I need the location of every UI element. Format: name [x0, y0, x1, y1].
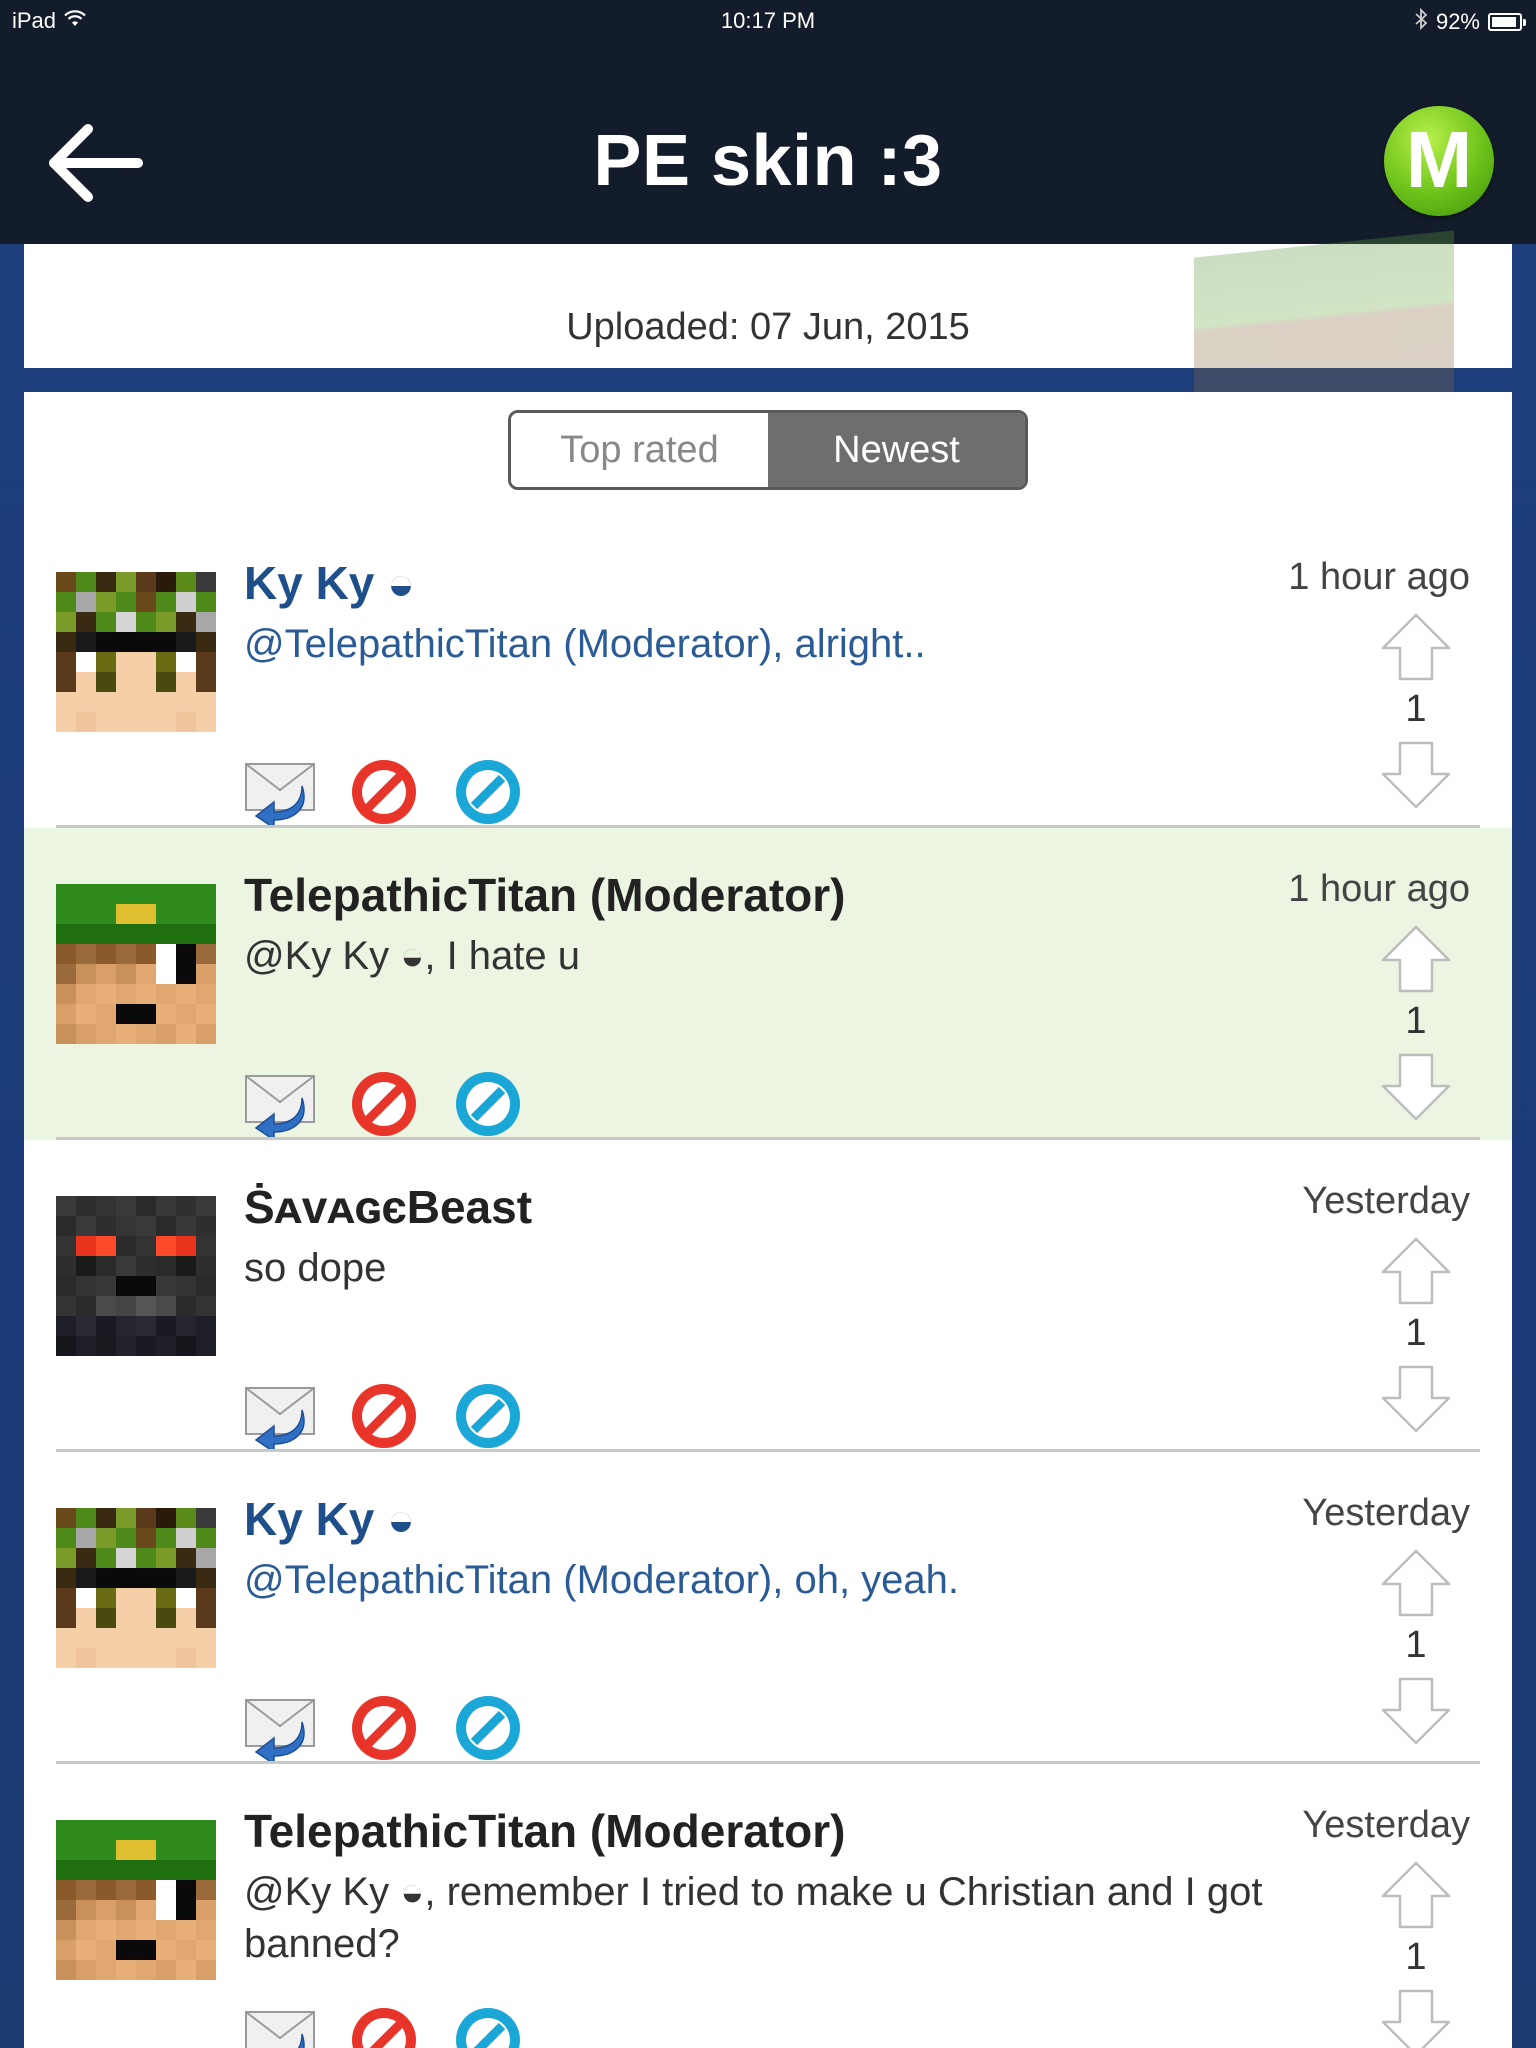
- comment-item: TelepathicTitan (Moderator) @Ky Ky ◒, I …: [24, 828, 1512, 1142]
- comment-actions: [244, 756, 524, 830]
- sort-newest[interactable]: Newest: [768, 413, 1025, 487]
- avatar[interactable]: [56, 572, 216, 732]
- upload-date: Uploaded: 07 Jun, 2015: [566, 306, 970, 348]
- comment-actions: [244, 1380, 524, 1454]
- page-title: PE skin :3: [593, 121, 943, 201]
- report-icon[interactable]: [348, 1380, 420, 1452]
- report-icon[interactable]: [348, 1068, 420, 1140]
- comment-time: Yesterday: [1302, 1804, 1470, 1846]
- reply-mail-icon[interactable]: [244, 756, 316, 830]
- comment-item: ṠᴀᴠᴀɢєBeast so dope Yesterday 1: [24, 1140, 1512, 1454]
- reply-mail-icon[interactable]: [244, 1692, 316, 1766]
- report-icon[interactable]: [348, 1692, 420, 1764]
- comment-text: so dope: [244, 1246, 387, 1290]
- comment-author[interactable]: Ky Ky ◒: [244, 556, 415, 610]
- comment-actions: [244, 2004, 524, 2048]
- block-icon[interactable]: [452, 756, 524, 828]
- comment-author[interactable]: ṠᴀᴠᴀɢєBeast: [244, 1180, 532, 1234]
- downvote-arrow-icon[interactable]: [1380, 740, 1452, 810]
- comment-item: Ky Ky ◒ @TelepathicTitan (Moderator), al…: [24, 516, 1512, 830]
- upload-info-card: Uploaded: 07 Jun, 2015: [24, 244, 1512, 368]
- bluetooth-icon: [1414, 7, 1428, 36]
- downvote-arrow-icon[interactable]: [1380, 1052, 1452, 1122]
- avatar[interactable]: [56, 884, 216, 1044]
- sort-segmented-control: Top rated Newest: [508, 410, 1028, 490]
- status-bar: iPad 10:17 PM 92%: [0, 0, 1536, 40]
- block-icon[interactable]: [452, 1380, 524, 1452]
- comment-time: Yesterday: [1302, 1180, 1470, 1222]
- vote-score: 1: [1405, 1624, 1427, 1666]
- navigation-bar: PE skin :3: [0, 40, 1536, 244]
- vote-score: 1: [1405, 1000, 1427, 1042]
- vote-control: 1: [1376, 924, 1456, 1134]
- upvote-arrow-icon[interactable]: [1380, 1236, 1452, 1306]
- vote-score: 1: [1405, 1312, 1427, 1354]
- reply-mail-icon[interactable]: [244, 1068, 316, 1142]
- vote-score: 1: [1405, 688, 1427, 730]
- report-icon[interactable]: [348, 756, 420, 828]
- avatar[interactable]: [56, 1820, 216, 1980]
- comment-author[interactable]: TelepathicTitan (Moderator): [244, 868, 845, 922]
- downvote-arrow-icon[interactable]: [1380, 1676, 1452, 1746]
- comment-text: @TelepathicTitan (Moderator), alright..: [244, 622, 926, 666]
- avatar[interactable]: [56, 1508, 216, 1668]
- vote-control: 1: [1376, 1548, 1456, 1758]
- upvote-arrow-icon[interactable]: [1380, 612, 1452, 682]
- block-icon[interactable]: [452, 1068, 524, 1140]
- report-icon[interactable]: [348, 2004, 420, 2048]
- comment-text: @Ky Ky ◒, remember I tried to make u Chr…: [244, 1870, 1263, 1966]
- comment-item: Ky Ky ◒ @TelepathicTitan (Moderator), oh…: [24, 1452, 1512, 1766]
- comment-time: 1 hour ago: [1288, 556, 1470, 598]
- sort-top-rated[interactable]: Top rated: [511, 413, 768, 487]
- block-icon[interactable]: [452, 2004, 524, 2048]
- comment-author[interactable]: Ky Ky ◒: [244, 1492, 415, 1546]
- reply-mail-icon[interactable]: [244, 1380, 316, 1454]
- comment-actions: [244, 1068, 524, 1142]
- comment-author[interactable]: TelepathicTitan (Moderator): [244, 1804, 845, 1858]
- vote-control: 1: [1376, 612, 1456, 822]
- downvote-arrow-icon[interactable]: [1380, 1988, 1452, 2048]
- upvote-arrow-icon[interactable]: [1380, 924, 1452, 994]
- vote-control: 1: [1376, 1860, 1456, 2048]
- clock: 10:17 PM: [720, 8, 816, 33]
- comment-time: Yesterday: [1302, 1492, 1470, 1534]
- avatar[interactable]: [56, 1196, 216, 1356]
- app-logo-button[interactable]: M: [1384, 106, 1494, 216]
- battery-icon: [1488, 13, 1526, 31]
- upvote-arrow-icon[interactable]: [1380, 1548, 1452, 1618]
- status-right: 92%: [1414, 7, 1526, 36]
- comment-time: 1 hour ago: [1288, 868, 1470, 910]
- upvote-arrow-icon[interactable]: [1380, 1860, 1452, 1930]
- battery-percent: 92%: [1435, 9, 1480, 34]
- block-icon[interactable]: [452, 1692, 524, 1764]
- vote-control: 1: [1376, 1236, 1456, 1446]
- comment-item: TelepathicTitan (Moderator) @Ky Ky ◒, re…: [24, 1764, 1512, 2048]
- reply-mail-icon[interactable]: [244, 2004, 316, 2048]
- comment-text: @TelepathicTitan (Moderator), oh, yeah.: [244, 1558, 960, 1602]
- comment-actions: [244, 1692, 524, 1766]
- comment-text: @Ky Ky ◒, I hate u: [244, 934, 581, 978]
- downvote-arrow-icon[interactable]: [1380, 1364, 1452, 1434]
- comments-panel: Top rated Newest Ky Ky ◒ @TelepathicTita…: [24, 392, 1512, 2048]
- vote-score: 1: [1405, 1936, 1427, 1978]
